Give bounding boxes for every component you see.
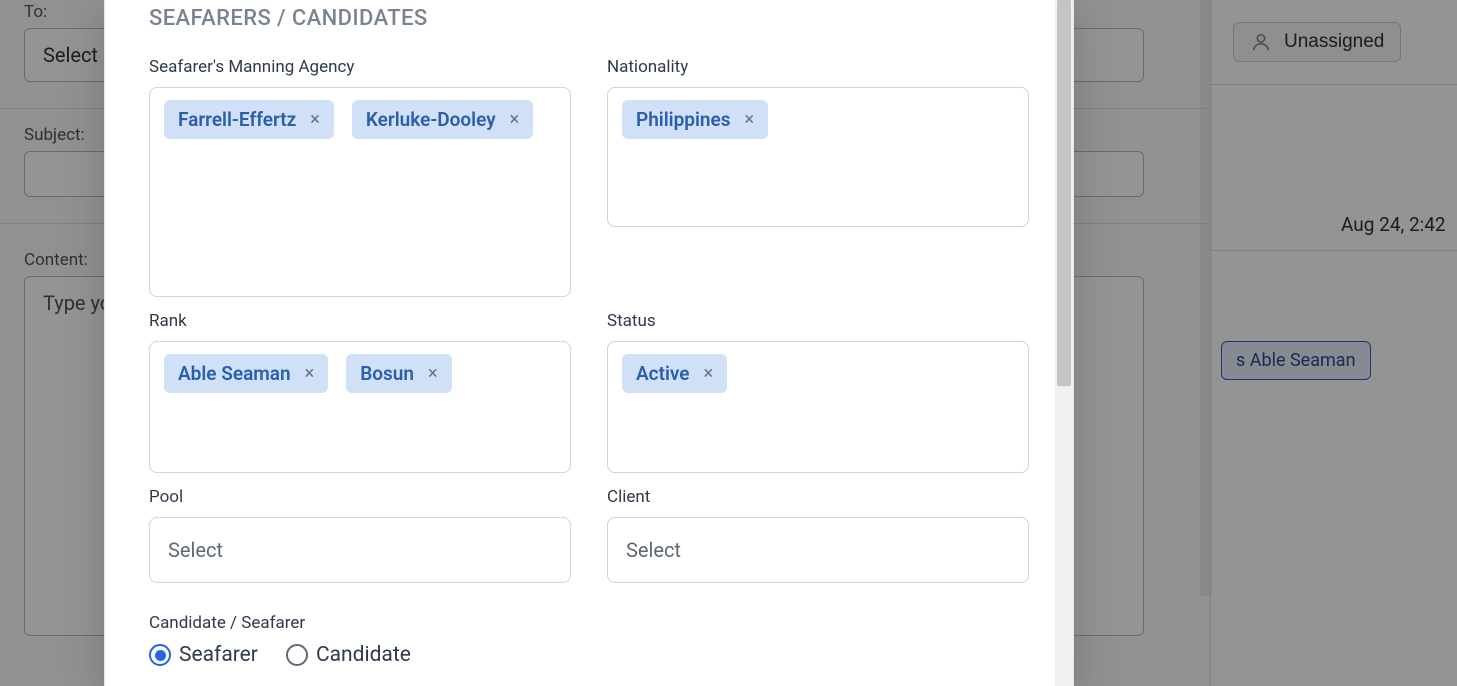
close-icon[interactable]: × (510, 111, 520, 129)
multiselect-status[interactable]: Active × (607, 341, 1029, 473)
label-candidate-seafarer: Candidate / Seafarer (149, 613, 305, 633)
chip-nationality-0[interactable]: Philippines × (622, 100, 768, 139)
modal-scrollbar-track[interactable] (1055, 0, 1073, 686)
field-client: Client Select (607, 487, 1029, 583)
field-nationality: Nationality Philippines × (607, 57, 1029, 297)
radio-label: Seafarer (179, 643, 258, 667)
select-pool[interactable]: Select (149, 517, 571, 583)
field-candidate-seafarer: Candidate / Seafarer Seafarer Candidate (149, 613, 1029, 667)
label-pool: Pool (149, 487, 571, 507)
chip-agency-0[interactable]: Farrell-Effertz × (164, 100, 334, 139)
filter-modal: SEAFARERS / CANDIDATES Seafarer's Mannin… (104, 0, 1074, 686)
chip-agency-1[interactable]: Kerluke-Dooley × (352, 100, 533, 139)
field-rank: Rank Able Seaman × Bosun × (149, 311, 571, 473)
chip-label: Farrell-Effertz (178, 110, 296, 129)
field-pool: Pool Select (149, 487, 571, 583)
label-nationality: Nationality (607, 57, 1029, 77)
chip-label: Kerluke-Dooley (366, 110, 496, 129)
multiselect-agency[interactable]: Farrell-Effertz × Kerluke-Dooley × (149, 87, 571, 297)
chip-label: Philippines (636, 110, 731, 129)
radio-seafarer[interactable]: Seafarer (149, 643, 258, 667)
radio-label: Candidate (316, 643, 411, 667)
radio-icon (286, 644, 308, 666)
chip-status-0[interactable]: Active × (622, 354, 727, 393)
field-agency: Seafarer's Manning Agency Farrell-Effert… (149, 57, 571, 297)
multiselect-rank[interactable]: Able Seaman × Bosun × (149, 341, 571, 473)
label-agency: Seafarer's Manning Agency (149, 57, 571, 77)
close-icon[interactable]: × (704, 365, 714, 383)
chip-label: Bosun (360, 364, 414, 383)
multiselect-nationality[interactable]: Philippines × (607, 87, 1029, 227)
radio-candidate[interactable]: Candidate (286, 643, 411, 667)
modal-scrollbar-thumb[interactable] (1057, 0, 1071, 386)
select-client[interactable]: Select (607, 517, 1029, 583)
label-client: Client (607, 487, 1029, 507)
close-icon[interactable]: × (745, 111, 755, 129)
radio-icon (149, 644, 171, 666)
close-icon[interactable]: × (305, 365, 315, 383)
close-icon[interactable]: × (310, 111, 320, 129)
section-title: SEAFARERS / CANDIDATES (149, 6, 1029, 31)
close-icon[interactable]: × (428, 365, 438, 383)
chip-rank-1[interactable]: Bosun × (346, 354, 451, 393)
chip-label: Active (636, 364, 690, 383)
label-status: Status (607, 311, 1029, 331)
chip-label: Able Seaman (178, 364, 291, 383)
field-status: Status Active × (607, 311, 1029, 473)
chip-rank-0[interactable]: Able Seaman × (164, 354, 328, 393)
label-rank: Rank (149, 311, 571, 331)
